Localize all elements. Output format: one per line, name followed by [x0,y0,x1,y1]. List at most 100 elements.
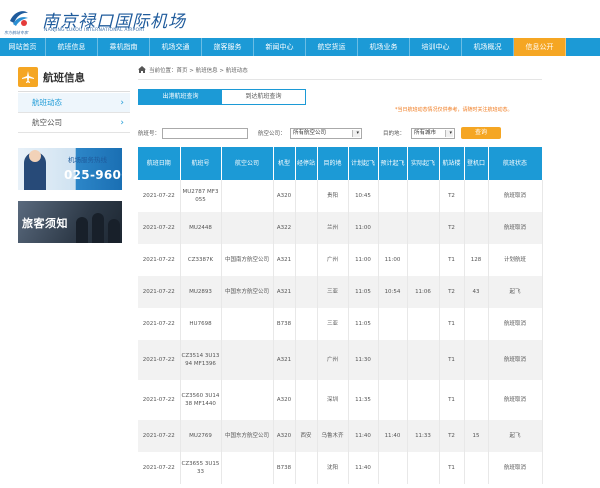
cell-aircraft: A320 [273,180,296,212]
sidebar-header: 航班信息 [18,66,130,88]
nav-item-training[interactable]: 培训中心 [410,38,462,56]
cell-estimated [378,212,408,244]
cell-aircraft: A321 [273,340,296,380]
cell-estimated [378,308,408,340]
nav-item-flight-info[interactable]: 航班信息 [46,38,98,56]
cell-stopover [295,180,318,212]
passenger-notice-banner[interactable]: 旅客须知 [18,201,122,243]
table-row: 2021-07-22 CZ3387K 中国南方航空公司 A321 广州 11:00 11:0… [138,244,543,276]
breadcrumb-divider [138,79,542,80]
sidebar-item-flight-status[interactable]: 航班动态 › [18,93,130,113]
cell-gate [464,380,489,420]
cell-gate [464,308,489,340]
nav-item-passenger-service[interactable]: 旅客服务 [202,38,254,56]
cell-destination: 三亚 [317,308,349,340]
nav-item-home[interactable]: 网站首页 [0,38,46,56]
cell-destination: 乌鲁木齐 [317,420,349,452]
cell-actual [407,340,440,380]
cell-estimated [378,380,408,420]
col-header-terminal: 航站楼 [439,147,465,180]
cell-destination: 贵阳 [317,180,349,212]
cell-scheduled: 11:30 [348,340,379,380]
airline-select[interactable]: 所有航空公司 ▾ [290,128,362,139]
person-silhouette [92,213,104,243]
cell-estimated: 10:54 [378,276,408,308]
tab-departures[interactable]: 出港航班查询 [139,90,222,104]
hotline-banner[interactable]: 机场服务热线 025-96066 [18,148,122,190]
cell-date: 2021-07-22 [138,244,181,276]
cell-actual [407,308,440,340]
flight-number-input[interactable] [162,128,248,139]
airline-select-value: 所有航空公司 [293,130,327,136]
breadcrumb: 当前位置：首页 > 航班信息 > 航班动态 [138,66,248,76]
cell-flight-no: CZ3387K [180,244,222,276]
cell-gate [464,212,489,244]
col-header-date: 航班日期 [138,147,181,180]
col-header-destination: 目的地 [317,147,349,180]
cell-status: 航班取消 [488,380,543,420]
cell-stopover [295,340,318,380]
cell-airline [221,452,274,484]
cell-flight-no: MU2893 [180,276,222,308]
nav-item-transport[interactable]: 机场交通 [150,38,202,56]
cell-scheduled: 11:00 [348,244,379,276]
flight-number-label: 航班号： [138,131,161,137]
cell-destination: 广州 [317,244,349,276]
cell-scheduled: 11:40 [348,420,379,452]
cell-scheduled: 11:00 [348,212,379,244]
cell-destination: 广州 [317,340,349,380]
col-header-aircraft: 机型 [273,147,296,180]
search-button[interactable]: 查询 [461,127,501,139]
cell-stopover [295,212,318,244]
cell-stopover [295,452,318,484]
cell-stopover [295,308,318,340]
cell-estimated: 11:00 [378,244,408,276]
airline-label: 航空公司： [258,131,286,137]
nav-item-cargo[interactable]: 航空货运 [306,38,358,56]
site-header: 东方航站专家 南京禄口国际机场 NANJING LUKOU INTERNATIO… [0,0,600,38]
cell-actual [407,452,440,484]
cell-date: 2021-07-22 [138,180,181,212]
table-row: 2021-07-22 MU2893 中国东方航空公司 A321 三亚 11:05 10:54… [138,276,543,308]
col-header-flight-no: 航班号 [180,147,222,180]
cell-aircraft: A321 [273,244,296,276]
nav-item-disclosure[interactable]: 信息公开 [514,38,566,56]
cell-date: 2021-07-22 [138,452,181,484]
person-silhouette [108,219,120,243]
cell-destination: 沈阳 [317,452,349,484]
col-header-estimated: 预计起飞 [378,147,408,180]
flight-tabs: 出港航班查询 到达航班查询 [138,89,306,105]
destination-select[interactable]: 所有城市 ▾ [411,128,455,139]
cell-gate [464,452,489,484]
nav-item-about[interactable]: 机场概况 [462,38,514,56]
nav-item-airport-business[interactable]: 机场业务 [358,38,410,56]
hotline-label: 机场服务热线 [68,156,107,164]
cell-terminal: T1 [439,340,465,380]
sidebar-item-airlines[interactable]: 航空公司 › [18,113,130,133]
col-header-scheduled: 计划起飞 [348,147,379,180]
cell-gate: 43 [464,276,489,308]
passenger-notice-title: 旅客须知 [22,217,68,230]
cell-flight-no: MU2448 [180,212,222,244]
cell-airline [221,180,274,212]
destination-select-value: 所有城市 [414,130,437,136]
nav-item-news[interactable]: 新闻中心 [254,38,306,56]
cell-terminal: T2 [439,276,465,308]
cell-status: 航班取消 [488,180,543,212]
col-header-actual: 实际起飞 [407,147,440,180]
breadcrumb-text[interactable]: 当前位置：首页 > 航班信息 > 航班动态 [149,68,248,74]
cell-stopover [295,244,318,276]
logo-icon[interactable] [8,7,30,29]
cell-estimated [378,452,408,484]
select-arrow-icon: ▾ [356,130,359,136]
cell-airline: 中国东方航空公司 [221,420,274,452]
cell-stopover: 西安 [295,420,318,452]
tab-arrivals[interactable]: 到达航班查询 [222,90,305,104]
staff-head [29,150,41,162]
nav-item-boarding-guide[interactable]: 乘机指南 [98,38,150,56]
cell-destination: 兰州 [317,212,349,244]
cell-estimated: 11:40 [378,420,408,452]
cell-scheduled: 11:05 [348,308,379,340]
cell-actual [407,180,440,212]
cell-terminal: T1 [439,452,465,484]
